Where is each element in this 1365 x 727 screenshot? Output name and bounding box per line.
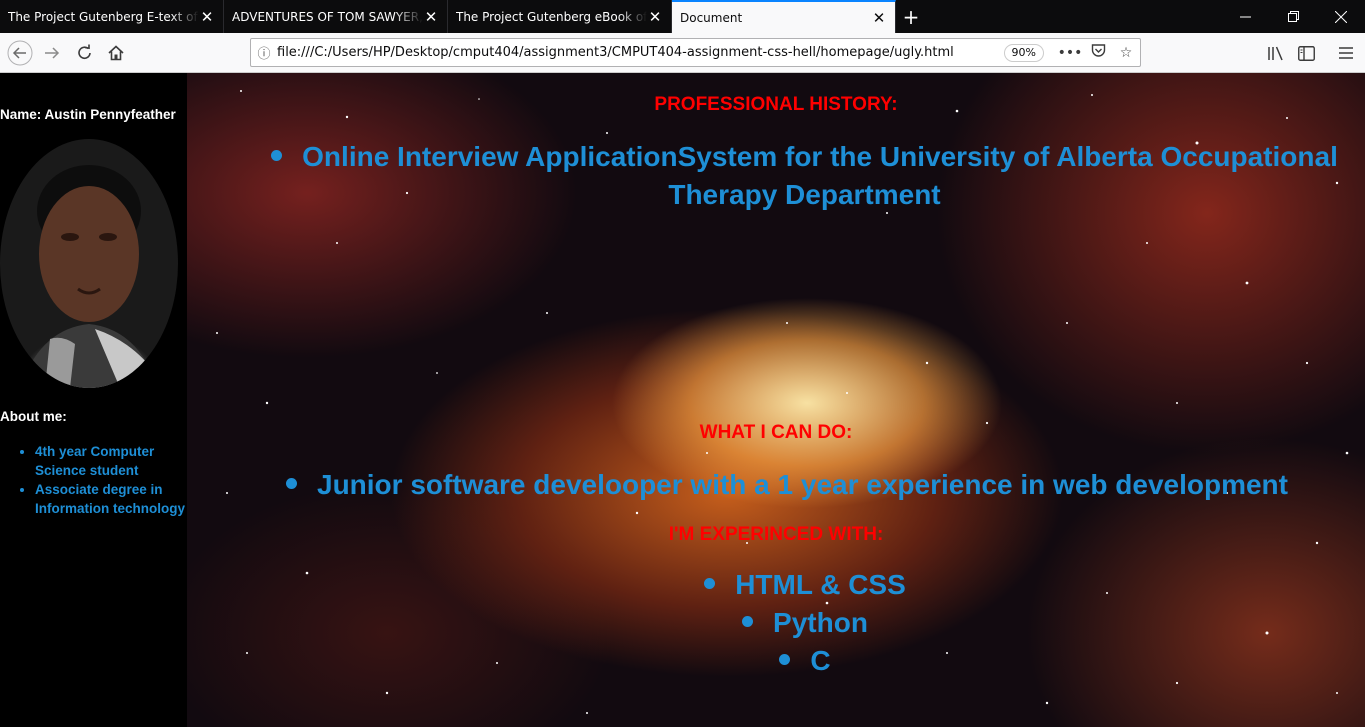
profile-sidebar: Name: Austin Pennyfeather About me: 4th … (0, 73, 187, 727)
can-do-item-text: Junior software develooper with a 1 year… (317, 469, 1288, 500)
navigation-toolbar: ⓘ file:///C:/Users/HP/Desktop/cmput404/a… (0, 33, 1365, 73)
pocket-glyph (1091, 44, 1105, 57)
close-tab-icon[interactable]: ✕ (647, 9, 663, 25)
bookmark-star-icon[interactable]: ☆ (1112, 45, 1140, 61)
home-button[interactable] (102, 39, 130, 67)
page-actions-icon[interactable]: ••• (1056, 45, 1084, 61)
about-item: 4th year Computer Science student (35, 442, 195, 480)
skill-item: HTML & CSS (187, 566, 1365, 604)
plus-icon: + (902, 4, 920, 29)
about-list: 4th year Computer Science student Associ… (18, 442, 195, 518)
library-button[interactable] (1262, 39, 1290, 67)
forward-arrow-icon (45, 47, 60, 59)
home-icon (108, 45, 124, 61)
back-button[interactable] (6, 39, 34, 67)
minimize-icon (1239, 16, 1251, 18)
tab-title: The Project Gutenberg eBook of Au (456, 9, 647, 24)
nebula-background: PROFESSIONAL HISTORY: Online Interview A… (187, 73, 1365, 727)
page-content: Name: Austin Pennyfeather About me: 4th … (0, 73, 1365, 727)
bullet-icon (271, 150, 283, 162)
tab-document[interactable]: Document ✕ (672, 0, 896, 33)
skill-text: Python (773, 607, 868, 638)
professional-history-heading: PROFESSIONAL HISTORY: (654, 94, 898, 115)
profile-photo (0, 139, 178, 388)
experienced-with-heading: I'M EXPERINCED WITH: (668, 524, 884, 545)
professional-history-item: Online Interview ApplicationSystem for t… (247, 138, 1362, 214)
sidebar-icon (1297, 45, 1315, 61)
forward-button[interactable] (38, 39, 66, 67)
pocket-icon[interactable] (1084, 43, 1112, 62)
restore-button[interactable] (1269, 0, 1317, 33)
close-tab-icon[interactable]: ✕ (199, 9, 215, 25)
window-controls (1221, 0, 1365, 33)
restore-icon (1287, 11, 1299, 22)
profile-name: Name: Austin Pennyfeather (0, 107, 176, 122)
skill-text: C (810, 645, 831, 676)
sidebar-toggle-button[interactable] (1292, 39, 1320, 67)
close-icon (1335, 10, 1347, 23)
about-item: Associate degree in Information technolo… (35, 480, 195, 518)
back-arrow-icon (7, 40, 33, 66)
close-window-button[interactable] (1317, 0, 1365, 33)
professional-item-text: Online Interview ApplicationSystem for t… (302, 141, 1338, 210)
hamburger-menu-icon (1339, 47, 1353, 59)
bullet-icon (704, 578, 716, 590)
skill-item: C (187, 642, 1365, 680)
zoom-level-badge[interactable]: 90% (1003, 43, 1044, 62)
close-tab-icon[interactable]: ✕ (871, 10, 887, 26)
tab-strip: The Project Gutenberg E-text of Frankens… (0, 0, 1365, 33)
bullet-icon (286, 478, 297, 490)
tab-tom-sawyer[interactable]: ADVENTURES OF TOM SAWYER, By ✕ (224, 0, 448, 33)
reload-button[interactable] (71, 39, 99, 67)
bullet-icon (779, 654, 791, 666)
can-do-item: Junior software develooper with a 1 year… (257, 466, 1317, 504)
what-i-can-do-heading: WHAT I CAN DO: (699, 422, 853, 443)
library-icon (1268, 46, 1283, 61)
about-heading: About me: (0, 409, 67, 424)
new-tab-button[interactable]: + (896, 0, 926, 33)
tab-frankenstein[interactable]: The Project Gutenberg E-text of Frankens… (0, 0, 224, 33)
url-text[interactable]: file:///C:/Users/HP/Desktop/cmput404/ass… (277, 45, 1004, 60)
info-icon[interactable]: ⓘ (251, 43, 277, 62)
address-bar[interactable]: ⓘ file:///C:/Users/HP/Desktop/cmput404/a… (250, 38, 1141, 67)
close-tab-icon[interactable]: ✕ (423, 9, 439, 25)
bullet-icon (742, 616, 754, 628)
tab-gutenberg-ebook[interactable]: The Project Gutenberg eBook of Au ✕ (448, 0, 672, 33)
menu-button[interactable] (1332, 39, 1360, 67)
portrait-silhouette (20, 165, 165, 388)
tab-title: Document (680, 10, 743, 25)
tab-title: ADVENTURES OF TOM SAWYER, By (232, 9, 423, 24)
tab-title: The Project Gutenberg E-text of Frankens… (8, 9, 199, 24)
minimize-button[interactable] (1221, 0, 1269, 33)
skill-item: Python (187, 604, 1365, 642)
skill-text: HTML & CSS (735, 569, 906, 600)
reload-icon (78, 44, 91, 59)
